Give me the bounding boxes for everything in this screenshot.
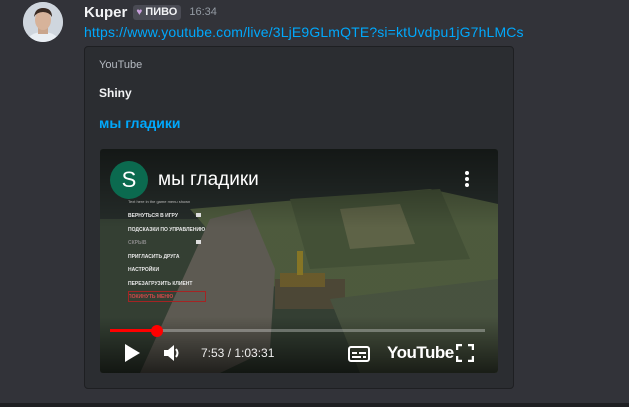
youtube-link[interactable]: https://www.youtube.com/live/3LjE9GLmQTE… — [84, 24, 524, 40]
channel-avatar[interactable]: S — [110, 161, 148, 199]
embed-author[interactable]: Shiny — [99, 86, 132, 100]
server-tag-label: ПИВО — [145, 6, 178, 18]
youtube-logo[interactable]: YouTube — [387, 343, 454, 363]
message-header: Kuper ♥ ПИВО 16:34 — [84, 3, 217, 21]
progress-scrubber[interactable] — [150, 325, 163, 337]
avatar-image — [23, 2, 63, 42]
avatar[interactable] — [23, 2, 63, 42]
checkbox-icon — [196, 240, 201, 244]
heart-icon: ♥ — [136, 6, 143, 18]
play-icon[interactable] — [124, 344, 140, 362]
server-tag[interactable]: ♥ ПИВО — [133, 4, 182, 20]
youtube-embed: YouTube Shiny мы гладики S мы гладики Te… — [84, 46, 514, 389]
message-timestamp[interactable]: 16:34 — [189, 6, 217, 18]
username[interactable]: Kuper — [84, 4, 127, 21]
embed-title-link[interactable]: мы гладики — [99, 115, 180, 131]
progress-bar[interactable] — [110, 325, 485, 337]
game-menu-item: ПРИГЛАСИТЬ ДРУГА — [128, 253, 180, 260]
video-player[interactable]: S мы гладики Text here in the game menu … — [100, 149, 498, 373]
game-menu: Text here in the game menu shown ВЕРНУТЬ… — [128, 199, 238, 308]
game-menu-item: СКРЫВ — [128, 240, 238, 254]
selection-frame — [128, 291, 206, 302]
game-menu-item: ВЕРНУТЬСЯ В ИГРУ — [128, 213, 238, 227]
game-menu-item: НАСТРОЙКИ — [128, 267, 160, 273]
embed-provider[interactable]: YouTube — [99, 59, 142, 71]
chat-message: Kuper ♥ ПИВО 16:34 https://www.youtube.c… — [0, 0, 629, 407]
video-title-bar: S мы гладики — [110, 161, 259, 199]
fullscreen-icon[interactable] — [456, 344, 474, 362]
time-display: 7:53 / 1:03:31 — [201, 346, 275, 360]
game-menu-item: ПОКИНУТЬ МЕНЮ — [128, 291, 238, 308]
progress-fill — [110, 329, 157, 332]
volume-icon[interactable] — [164, 344, 184, 362]
game-menu-item: ПОДСКАЗКИ ПО УПРАВЛЕНИЮ — [128, 226, 206, 233]
more-options-icon[interactable] — [464, 171, 470, 191]
divider — [0, 403, 629, 407]
checkbox-icon — [196, 213, 201, 217]
subtitles-icon[interactable] — [348, 346, 370, 362]
player-controls: 7:53 / 1:03:31 YouTube — [100, 339, 498, 369]
video-title[interactable]: мы гладики — [158, 169, 259, 191]
game-menu-hint: Text here in the game menu shown — [128, 199, 191, 204]
